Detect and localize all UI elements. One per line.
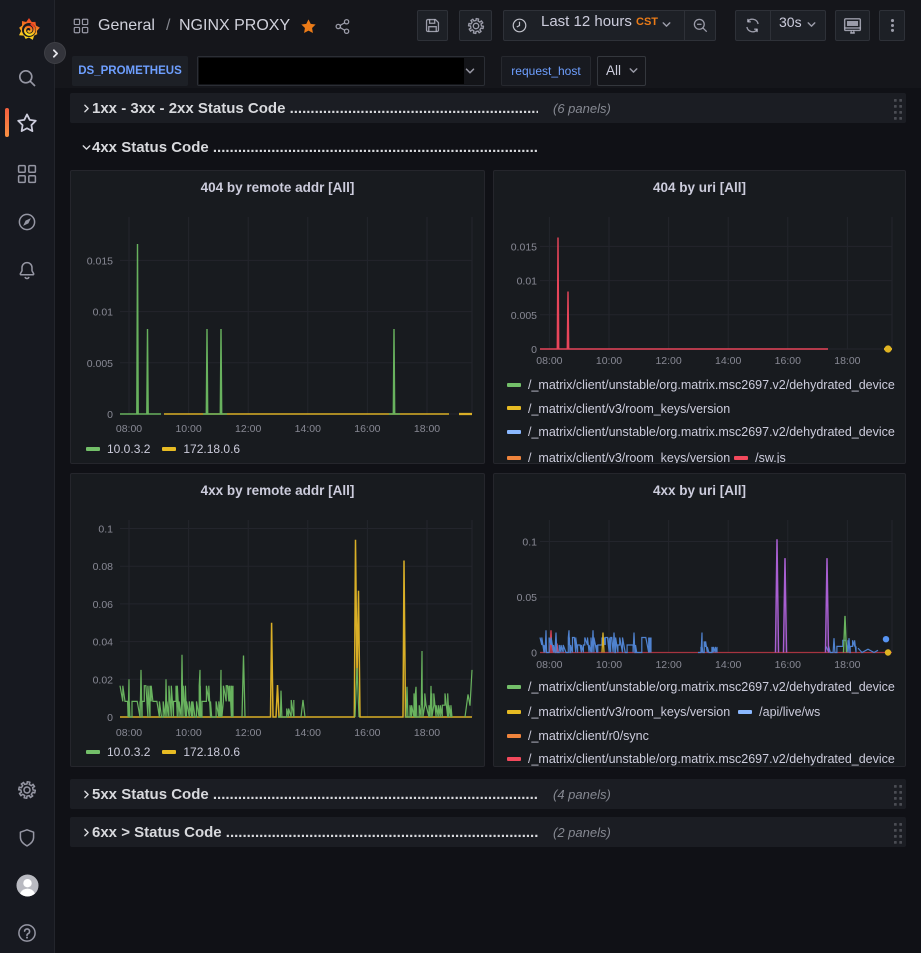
svg-text:0: 0: [531, 648, 537, 660]
svg-text:0: 0: [107, 712, 113, 724]
svg-text:10:00: 10:00: [175, 423, 201, 435]
svg-text:0: 0: [107, 409, 113, 421]
svg-text:12:00: 12:00: [235, 423, 261, 435]
svg-text:14:00: 14:00: [295, 423, 321, 435]
svg-text:14:00: 14:00: [295, 727, 321, 739]
svg-text:0.01: 0.01: [517, 276, 538, 288]
svg-text:18:00: 18:00: [834, 355, 860, 367]
svg-text:0.01: 0.01: [93, 307, 114, 319]
svg-text:16:00: 16:00: [354, 423, 380, 435]
svg-text:12:00: 12:00: [655, 659, 681, 671]
svg-text:0.015: 0.015: [511, 241, 537, 253]
svg-text:12:00: 12:00: [235, 727, 261, 739]
svg-text:10:00: 10:00: [596, 355, 622, 367]
svg-text:10:00: 10:00: [175, 727, 201, 739]
svg-text:0.1: 0.1: [98, 524, 113, 536]
svg-text:10:00: 10:00: [596, 659, 622, 671]
svg-text:18:00: 18:00: [414, 727, 440, 739]
svg-text:0.04: 0.04: [93, 637, 114, 649]
svg-text:12:00: 12:00: [655, 355, 681, 367]
svg-text:08:00: 08:00: [536, 659, 562, 671]
svg-text:14:00: 14:00: [715, 355, 741, 367]
svg-text:0.005: 0.005: [511, 310, 537, 322]
svg-text:18:00: 18:00: [414, 423, 440, 435]
svg-text:08:00: 08:00: [116, 423, 142, 435]
svg-text:0.08: 0.08: [93, 561, 114, 573]
svg-text:0.1: 0.1: [522, 537, 537, 549]
svg-text:18:00: 18:00: [834, 659, 860, 671]
svg-text:0.005: 0.005: [87, 358, 113, 370]
svg-text:0.02: 0.02: [93, 674, 114, 686]
svg-text:0.06: 0.06: [93, 599, 114, 611]
svg-text:08:00: 08:00: [116, 727, 142, 739]
svg-text:0.015: 0.015: [87, 255, 113, 267]
svg-text:16:00: 16:00: [775, 659, 801, 671]
svg-text:16:00: 16:00: [775, 355, 801, 367]
svg-text:16:00: 16:00: [354, 727, 380, 739]
svg-text:0.05: 0.05: [517, 592, 538, 604]
svg-text:14:00: 14:00: [715, 659, 741, 671]
svg-text:08:00: 08:00: [536, 355, 562, 367]
